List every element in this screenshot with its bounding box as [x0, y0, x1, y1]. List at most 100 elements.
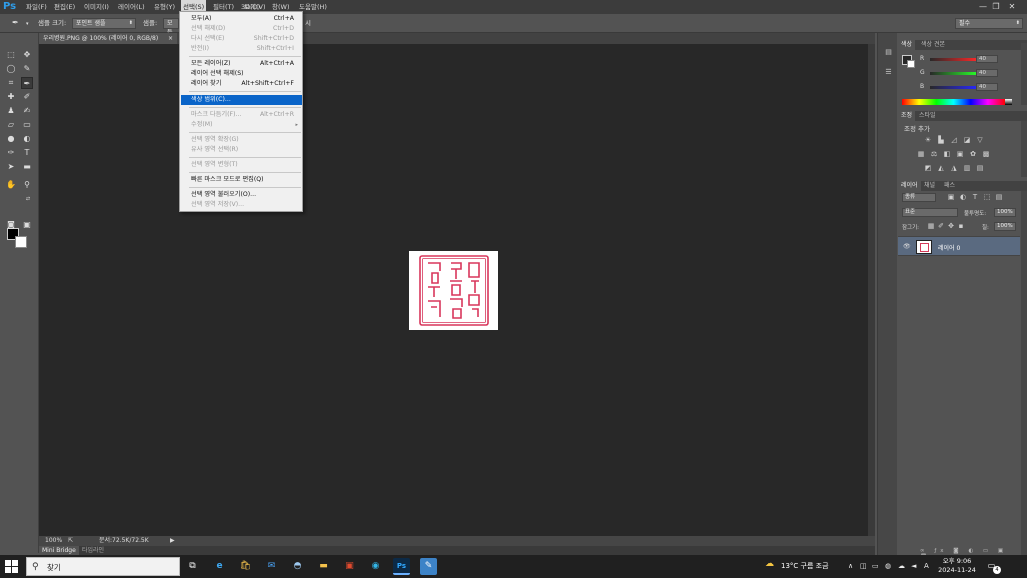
blue-slider[interactable] — [930, 86, 978, 89]
filter-smart-icon[interactable]: ▤ — [994, 193, 1004, 202]
microsoft-store-icon[interactable]: 🛍 — [237, 558, 254, 575]
quick-select-tool-icon[interactable]: ✎ — [21, 63, 33, 75]
quick-mask-icon[interactable]: ◙ — [5, 219, 17, 231]
filter-shape-icon[interactable]: ⬚ — [982, 193, 992, 202]
tab-layers[interactable]: 레이어 — [898, 181, 921, 191]
layers-panel-scrollbar[interactable] — [1021, 191, 1027, 555]
visibility-eye-icon[interactable]: 👁 — [903, 243, 911, 250]
menu-item-grow[interactable]: 선택 영역 확장(G) — [181, 135, 302, 145]
taskbar-search-box[interactable]: ⚲ 찾기 — [26, 557, 180, 576]
menu-item-save-selection[interactable]: 선택 영역 저장(V)... — [181, 200, 302, 210]
menu-image[interactable]: 이미지(I) — [82, 0, 111, 14]
photo-filter-icon[interactable]: ▣ — [955, 150, 965, 159]
layer-row[interactable]: 👁 레이어 0 — [898, 236, 1020, 256]
ime-icon[interactable]: A — [924, 561, 929, 572]
history-brush-tool-icon[interactable]: ✍ — [21, 105, 33, 117]
lasso-tool-icon[interactable]: ◯ — [5, 63, 17, 75]
opacity-input[interactable]: 100% — [994, 208, 1016, 217]
move-tool-icon[interactable]: ✥ — [21, 49, 33, 61]
filter-type-icon[interactable]: T — [970, 193, 980, 202]
internet-explorer-icon[interactable]: e — [211, 558, 228, 575]
weather-text[interactable]: 13°C 구름 조금 — [781, 560, 829, 572]
channel-mixer-icon[interactable]: ✿ — [968, 150, 978, 159]
brightness-icon[interactable]: ☀ — [923, 136, 933, 145]
tab-styles[interactable]: 스타일 — [916, 111, 939, 121]
status-menu-arrow-icon[interactable]: ▶ — [170, 536, 175, 546]
filter-adjust-icon[interactable]: ◐ — [958, 193, 968, 202]
edge-browser-icon[interactable]: ◉ — [367, 558, 384, 575]
menu-item-similar[interactable]: 유사 영역 선택(R) — [181, 145, 302, 155]
close-icon[interactable]: ✕ — [1005, 1, 1019, 12]
document-tab[interactable]: 우리병원.PNG @ 100% (레이어 0, RGB/8) × — [39, 33, 177, 44]
close-icon[interactable]: × — [168, 33, 173, 44]
color-spectrum[interactable] — [902, 99, 1005, 105]
clock-date[interactable]: 2024-11-24 — [936, 566, 978, 575]
menu-edit[interactable]: 편집(E) — [52, 0, 77, 14]
sample-size-select[interactable]: 포인트 샘플 ⬍ — [72, 18, 136, 29]
selective-color-icon[interactable]: ▤ — [975, 164, 985, 173]
task-view-icon[interactable]: ⧉ — [184, 558, 201, 575]
color-spectrum-bw[interactable] — [1005, 99, 1012, 105]
windows-start-icon[interactable] — [3, 559, 19, 574]
tab-timeline[interactable]: 타임라인 — [79, 546, 107, 555]
path-select-tool-icon[interactable]: ➤ — [5, 161, 17, 173]
menu-item-color-range[interactable]: 색상 범위(C)... — [181, 95, 302, 105]
office-app-icon[interactable]: ▣ — [341, 558, 358, 575]
maximize-icon[interactable]: ❐ — [990, 1, 1002, 12]
tab-paths[interactable]: 패스 — [941, 181, 958, 191]
photos-app-icon[interactable]: ◓ — [289, 558, 306, 575]
menu-item-all-layers[interactable]: 모든 레이어(Z) Alt+Ctrl+A — [181, 59, 302, 69]
clock-time[interactable]: 오후 9:06 — [940, 557, 974, 566]
battery-icon[interactable]: ▭ — [872, 561, 879, 572]
posterize-icon[interactable]: ◭ — [936, 164, 946, 173]
export-icon[interactable]: ⇱ — [68, 536, 73, 546]
file-explorer-icon[interactable]: ▬ — [315, 558, 332, 575]
brush-tool-icon[interactable]: ✐ — [21, 91, 33, 103]
gradient-map-icon[interactable]: ▥ — [962, 164, 972, 173]
color-panel-scrollbar[interactable] — [1021, 43, 1027, 105]
preset-chevron-icon[interactable]: ▾ — [26, 19, 29, 29]
menu-item-refine-mask[interactable]: 마스크 다듬기(F)... Alt+Ctrl+R — [181, 110, 302, 120]
menu-item-find-layers[interactable]: 레이어 찾기 Alt+Shift+Ctrl+F — [181, 79, 302, 89]
menu-layer[interactable]: 레이어(L) — [116, 0, 147, 14]
hand-tool-icon[interactable]: ✋ — [5, 179, 17, 191]
zoom-tool-icon[interactable]: ⚲ — [21, 179, 33, 191]
menu-item-transform-selection[interactable]: 선택 영역 변형(T) — [181, 160, 302, 170]
tray-app-icon[interactable]: ◫ — [860, 561, 867, 572]
red-value-input[interactable]: 40 — [976, 55, 998, 63]
tab-channels[interactable]: 채널 — [921, 181, 938, 191]
menu-type[interactable]: 유형(Y) — [152, 0, 177, 14]
cloud-icon[interactable]: ☁ — [898, 561, 905, 572]
gradient-tool-icon[interactable]: ▭ — [21, 119, 33, 131]
healing-brush-tool-icon[interactable]: ✚ — [5, 91, 17, 103]
eyedropper-preset-icon[interactable]: ✒ — [12, 18, 19, 28]
vibrance-icon[interactable]: ▽ — [975, 136, 985, 145]
dodge-tool-icon[interactable]: ◐ — [21, 133, 33, 145]
threshold-icon[interactable]: ◮ — [949, 164, 959, 173]
lock-all-icon[interactable]: ▪ — [956, 222, 966, 231]
tab-swatches[interactable]: 색상 견본 — [918, 40, 948, 50]
document-image[interactable] — [409, 251, 498, 330]
menu-item-load-selection[interactable]: 선택 영역 불러오기(O)... — [181, 190, 302, 200]
blue-value-input[interactable]: 40 — [976, 83, 998, 91]
filter-pixel-icon[interactable]: ▣ — [946, 193, 956, 202]
layer-name[interactable]: 레이어 0 — [938, 243, 960, 252]
blur-tool-icon[interactable]: ● — [5, 133, 17, 145]
photoshop-taskbar-icon[interactable]: Ps — [393, 558, 410, 575]
color-lookup-icon[interactable]: ▩ — [981, 150, 991, 159]
minimize-icon[interactable]: — — [977, 1, 989, 12]
mail-icon[interactable]: ✉ — [263, 558, 280, 575]
curves-icon[interactable]: ◿ — [949, 136, 959, 145]
color-balance-icon[interactable]: ⚖ — [929, 150, 939, 159]
weather-icon[interactable]: ☁ — [765, 559, 774, 570]
eyedropper-tool-icon[interactable]: ✒ — [21, 77, 33, 89]
shape-tool-icon[interactable]: ▬ — [21, 161, 33, 173]
pen-tool-icon[interactable]: ✑ — [5, 147, 17, 159]
menu-file[interactable]: 파일(F) — [24, 0, 49, 14]
exposure-icon[interactable]: ◪ — [962, 136, 972, 145]
speaker-icon[interactable]: ◄ — [911, 561, 916, 572]
tab-mini-bridge[interactable]: Mini Bridge — [39, 546, 79, 555]
image-viewer-icon[interactable]: ✎ — [420, 558, 437, 575]
black-white-icon[interactable]: ◧ — [942, 150, 952, 159]
green-slider[interactable] — [930, 72, 978, 75]
